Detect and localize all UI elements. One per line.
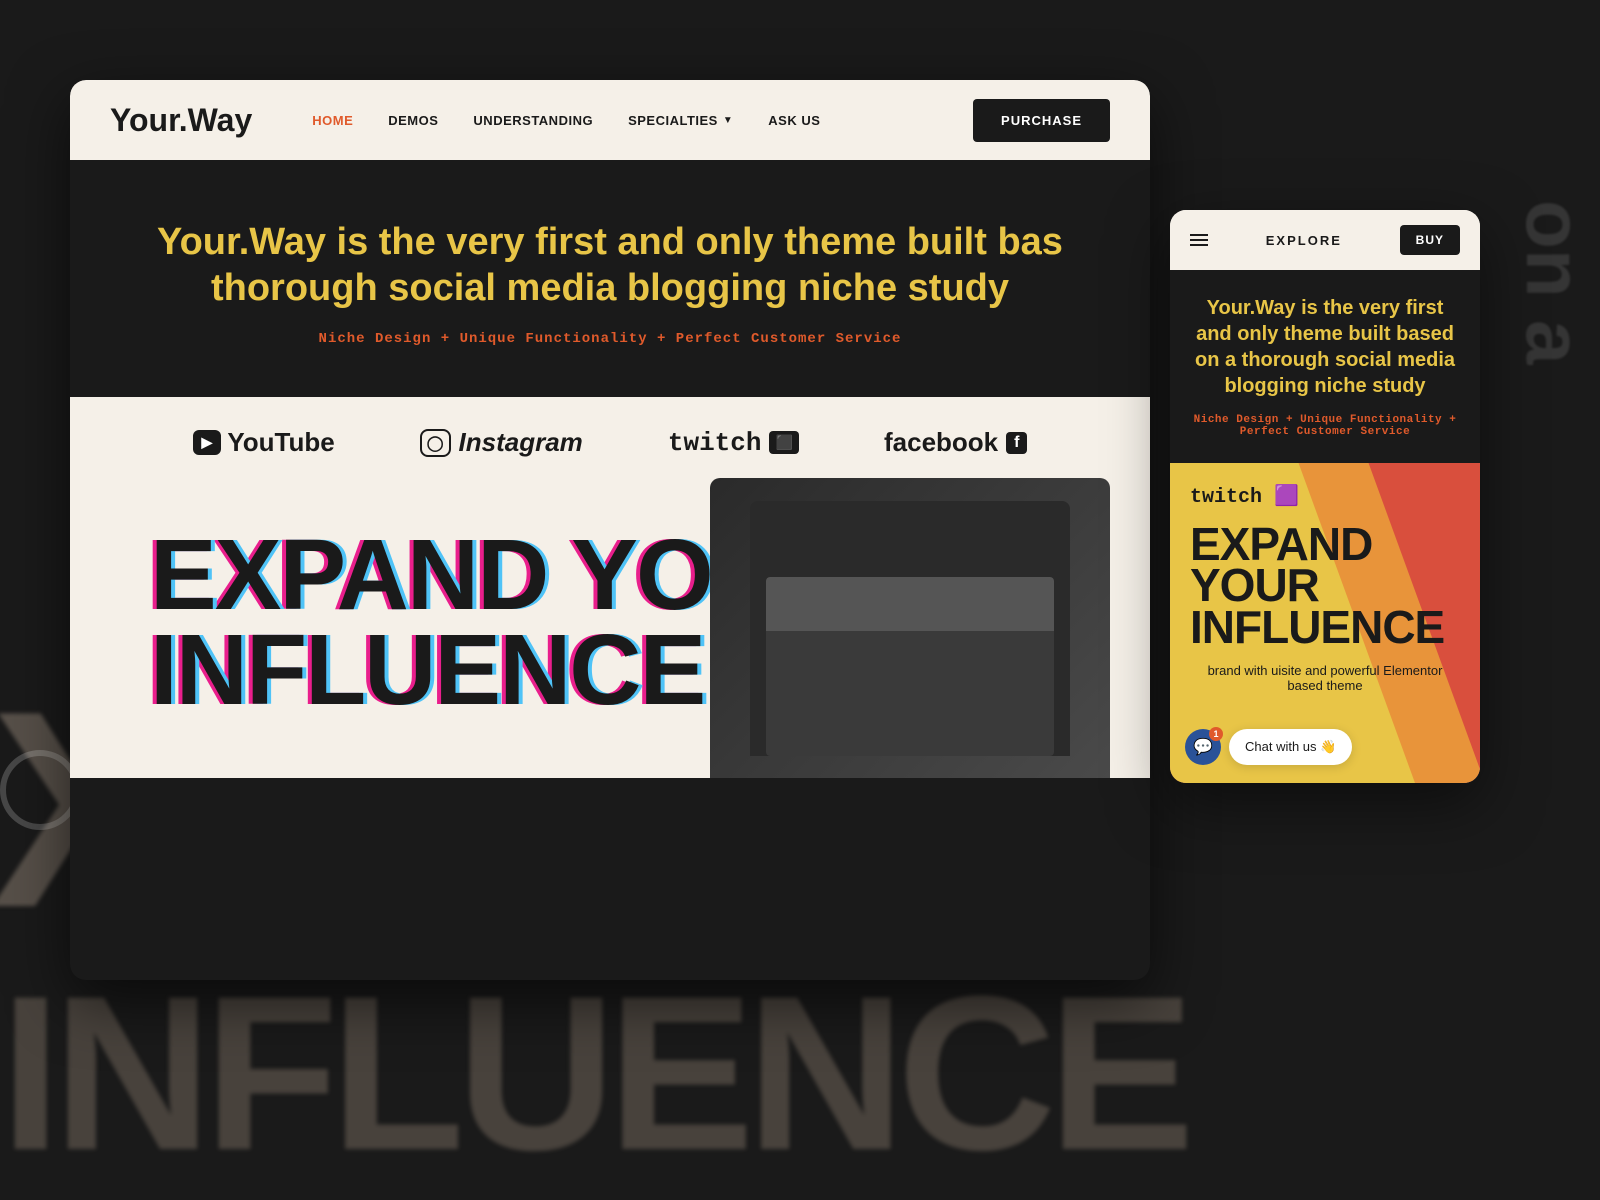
chat-avatar[interactable]: 💬 1 bbox=[1185, 729, 1221, 765]
bg-text-influence: INFLUENCE bbox=[0, 947, 1187, 1200]
hero-title: Your.Way is the very first and only them… bbox=[110, 220, 1110, 311]
mobile-card-header: EXPLORE BUY bbox=[1170, 210, 1480, 270]
bg-text-right: on a bbox=[1508, 200, 1600, 364]
chat-bubble[interactable]: Chat with us 👋 bbox=[1229, 729, 1352, 765]
mobile-expand-sub: brand with uisite and powerful Elementor… bbox=[1190, 663, 1460, 693]
mobile-expand-line2: INFLUENCE bbox=[1190, 607, 1460, 648]
nav-specialties[interactable]: SPECIALTIES bbox=[628, 113, 733, 128]
mobile-explore-label: EXPLORE bbox=[1218, 233, 1390, 248]
purchase-button[interactable]: PURCHASE bbox=[973, 99, 1110, 142]
social-section: ▶ YouTube ◯ Instagram twitch ⬛ facebook … bbox=[70, 397, 1150, 488]
nav-links: HOME DEMOS UNDERSTANDING SPECIALTIES ASK… bbox=[312, 113, 933, 128]
social-youtube[interactable]: ▶ YouTube bbox=[193, 427, 335, 458]
hero-subtitle: Niche Design + Unique Functionality + Pe… bbox=[110, 331, 1110, 347]
nav-understanding[interactable]: UNDERSTANDING bbox=[473, 113, 593, 128]
youtube-label: YouTube bbox=[227, 427, 334, 458]
mobile-card-content: twitch 🟪 EXPAND YOUR INFLUENCE brand wit… bbox=[1170, 463, 1480, 713]
mobile-expand-title: EXPAND YOUR INFLUENCE bbox=[1190, 524, 1460, 648]
hero-section: Your.Way is the very first and only them… bbox=[70, 160, 1150, 397]
expand-section: EXPAND YOUR INFLUENCE bbox=[70, 488, 1150, 778]
social-instagram[interactable]: ◯ Instagram bbox=[420, 427, 583, 458]
facebook-icon: f bbox=[1006, 432, 1027, 454]
mobile-hero-title: Your.Way is the very first and only them… bbox=[1190, 295, 1460, 399]
mobile-expand-line1: EXPAND YOUR bbox=[1190, 524, 1460, 607]
device-preview bbox=[710, 478, 1110, 778]
nav-demos[interactable]: DEMOS bbox=[388, 113, 438, 128]
hamburger-menu[interactable] bbox=[1190, 234, 1208, 246]
chat-widget[interactable]: 💬 1 Chat with us 👋 bbox=[1185, 729, 1352, 765]
instagram-label: Instagram bbox=[459, 427, 583, 458]
device-screen bbox=[710, 478, 1110, 778]
decorative-circle bbox=[0, 750, 80, 830]
social-facebook[interactable]: facebook f bbox=[884, 427, 1027, 458]
nav-home[interactable]: HOME bbox=[312, 113, 353, 128]
mobile-hero-subtitle: Niche Design + Unique Functionality + Pe… bbox=[1190, 414, 1460, 438]
social-twitch[interactable]: twitch ⬛ bbox=[668, 428, 799, 458]
mobile-card: EXPLORE BUY Your.Way is the very first a… bbox=[1170, 210, 1480, 783]
chat-badge: 1 bbox=[1209, 727, 1223, 741]
mobile-twitch-logo: twitch 🟪 bbox=[1190, 483, 1460, 509]
browser-window: Your.Way HOME DEMOS UNDERSTANDING SPECIA… bbox=[70, 80, 1150, 980]
facebook-label: facebook bbox=[884, 427, 998, 458]
nav-ask-us[interactable]: ASK US bbox=[768, 113, 820, 128]
instagram-icon: ◯ bbox=[420, 429, 451, 457]
mobile-hero-section: Your.Way is the very first and only them… bbox=[1170, 270, 1480, 463]
mobile-buy-button[interactable]: BUY bbox=[1400, 225, 1460, 255]
navbar: Your.Way HOME DEMOS UNDERSTANDING SPECIA… bbox=[70, 80, 1150, 160]
twitch-label: twitch bbox=[668, 428, 762, 458]
twitch-icon: ⬛ bbox=[769, 431, 798, 454]
youtube-icon: ▶ bbox=[193, 430, 222, 455]
site-logo[interactable]: Your.Way bbox=[110, 102, 252, 139]
